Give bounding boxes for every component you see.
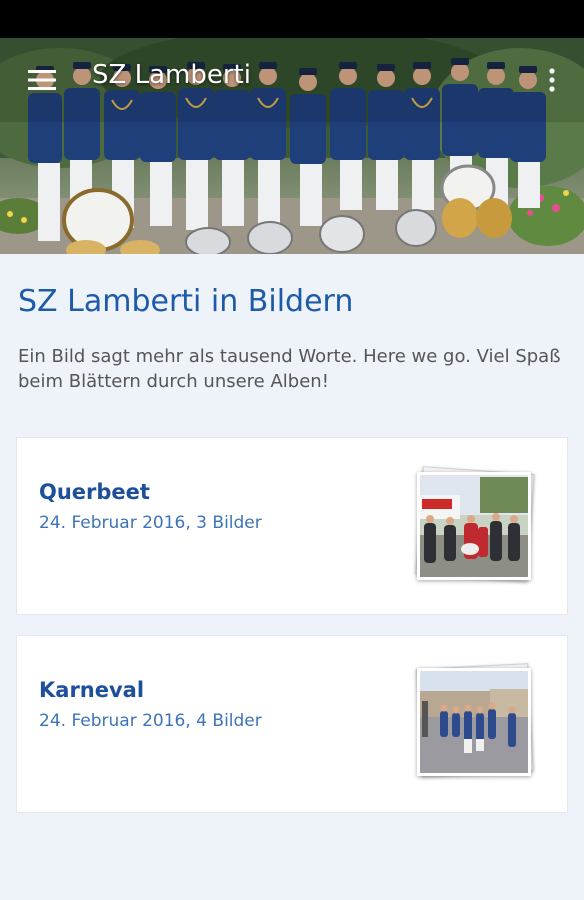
more-vertical-icon — [549, 68, 555, 92]
page-title: SZ Lamberti in Bildern — [18, 284, 354, 319]
album-thumbnail-stack — [413, 662, 537, 782]
menu-icon — [28, 70, 56, 90]
album-card-querbeet[interactable]: Querbeet 24. Februar 2016, 3 Bilder — [16, 437, 568, 615]
album-meta: 24. Februar 2016, 3 Bilder — [39, 513, 262, 533]
album-thumbnail — [417, 668, 531, 776]
app-bar: SZ Lamberti — [0, 38, 584, 122]
app-title: SZ Lamberti — [92, 60, 251, 90]
overflow-menu-button[interactable] — [540, 64, 564, 96]
album-title: Karneval — [39, 678, 145, 702]
main-content: SZ Lamberti in Bildern Ein Bild sagt meh… — [0, 254, 584, 900]
album-cover-photo — [420, 475, 528, 577]
album-title: Querbeet — [39, 480, 150, 504]
status-bar — [0, 0, 584, 38]
album-cover-photo — [420, 671, 528, 773]
album-card-karneval[interactable]: Karneval 24. Februar 2016, 4 Bilder — [16, 635, 568, 813]
album-thumbnail-stack — [413, 466, 537, 586]
album-meta: 24. Februar 2016, 4 Bilder — [39, 711, 262, 731]
page-intro: Ein Bild sagt mehr als tausend Worte. He… — [18, 346, 561, 392]
menu-button[interactable] — [22, 64, 62, 96]
album-thumbnail — [417, 472, 531, 580]
